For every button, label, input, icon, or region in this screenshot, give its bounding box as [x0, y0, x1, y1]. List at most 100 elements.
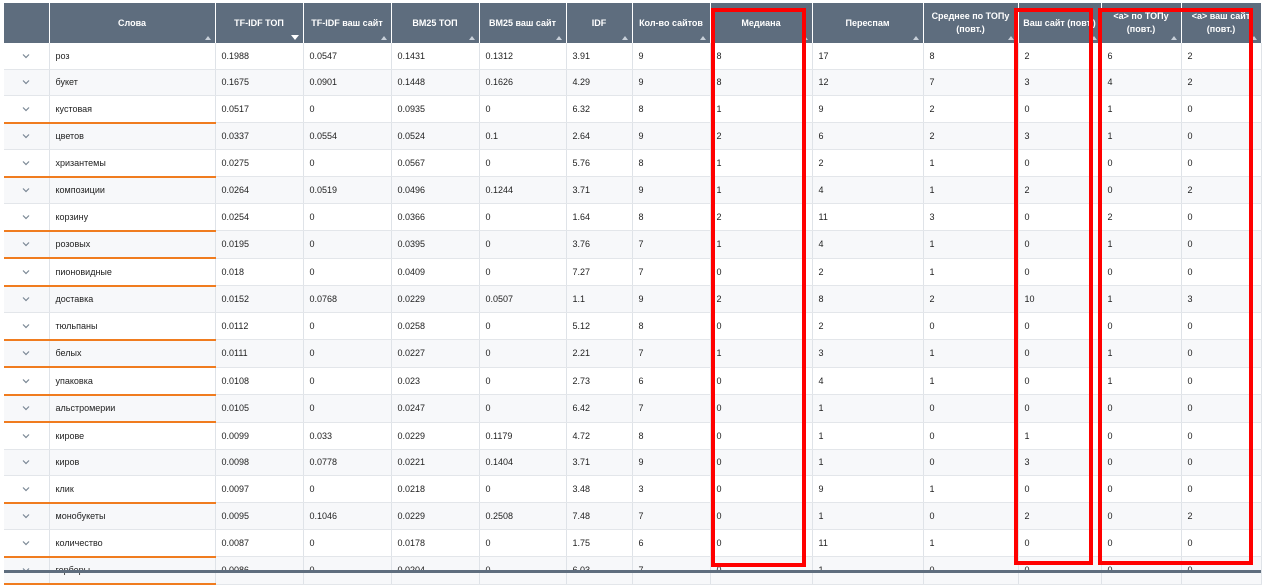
chevron-down-icon[interactable] — [22, 241, 30, 247]
chevron-down-icon[interactable] — [22, 214, 30, 220]
chevron-down-icon[interactable] — [22, 513, 30, 519]
chevron-down-icon[interactable] — [22, 53, 30, 59]
column-header[interactable]: <a> по ТОПу (повт.) — [1101, 3, 1182, 43]
column-header[interactable]: Медиана — [710, 3, 813, 43]
sort-asc-icon[interactable] — [801, 36, 808, 40]
chevron-down-icon[interactable] — [22, 486, 30, 492]
sort-asc-icon[interactable] — [555, 36, 562, 40]
chevron-down-icon[interactable] — [22, 350, 30, 356]
expand-cell[interactable] — [4, 203, 50, 232]
value-cell: 0 — [1101, 422, 1182, 450]
value-cell: 0.0095 — [215, 502, 304, 530]
value-cell: 0 — [1181, 149, 1262, 177]
value-cell: 0 — [1101, 449, 1182, 476]
chevron-down-icon[interactable] — [22, 79, 30, 85]
column-header[interactable]: BM25 ТОП — [391, 3, 480, 43]
expand-cell[interactable] — [4, 258, 50, 287]
column-header[interactable]: <a> ваш сайт (повт.) — [1181, 3, 1262, 43]
value-cell: 8 — [923, 43, 1019, 70]
column-header-label: IDF — [591, 17, 607, 28]
chevron-down-icon[interactable] — [22, 378, 30, 384]
chevron-down-icon[interactable] — [22, 540, 30, 546]
expand-cell[interactable] — [4, 475, 50, 504]
value-cell: 0 — [1018, 312, 1102, 340]
column-header[interactable]: Слова — [49, 3, 216, 43]
value-cell: 2 — [710, 285, 813, 313]
expand-cell[interactable] — [4, 95, 50, 124]
value-cell: 1 — [710, 230, 813, 259]
expand-cell[interactable] — [4, 502, 50, 530]
sort-asc-icon[interactable] — [912, 36, 919, 40]
chevron-down-icon[interactable] — [22, 133, 30, 139]
chevron-down-icon[interactable] — [22, 187, 30, 193]
expand-cell[interactable] — [4, 367, 50, 396]
sort-asc-icon[interactable] — [468, 36, 475, 40]
expand-cell[interactable] — [4, 529, 50, 558]
value-cell: 6 — [632, 529, 711, 557]
value-cell: 3.76 — [566, 230, 633, 259]
value-cell: 6 — [632, 367, 711, 395]
expand-cell[interactable] — [4, 339, 50, 368]
column-header[interactable]: Ваш сайт (повт.) — [1018, 3, 1102, 43]
sort-asc-icon[interactable] — [1170, 36, 1177, 40]
chevron-down-icon[interactable] — [22, 160, 30, 166]
expand-cell[interactable] — [4, 122, 50, 150]
value-cell: 2.73 — [566, 367, 633, 395]
value-cell: 0 — [303, 203, 392, 231]
chevron-down-icon[interactable] — [22, 323, 30, 329]
sort-asc-icon[interactable] — [621, 36, 628, 40]
column-header[interactable]: Переспам — [812, 3, 924, 43]
expand-cell[interactable] — [4, 285, 50, 313]
value-cell: 0.0507 — [479, 285, 567, 313]
value-cell: 0 — [710, 529, 813, 557]
expand-cell[interactable] — [4, 230, 50, 259]
value-cell: 1 — [812, 449, 924, 476]
value-cell: 0.0409 — [391, 258, 480, 286]
value-cell: 9 — [632, 449, 711, 476]
column-header[interactable]: IDF — [566, 3, 633, 43]
expand-cell[interactable] — [4, 69, 50, 96]
table-row: клик 0.0097 0 0.0218 0 3.48 3 0 9 1 0 0 0 — [4, 475, 1262, 504]
value-cell: 0.0768 — [303, 285, 392, 313]
value-cell: 0 — [710, 449, 813, 476]
expand-cell[interactable] — [4, 449, 50, 476]
column-header[interactable]: BM25 ваш сайт — [479, 3, 567, 43]
value-cell: 2 — [812, 312, 924, 340]
expand-cell[interactable] — [4, 43, 50, 70]
column-header[interactable]: TF-IDF ТОП — [215, 3, 304, 43]
value-cell: 0.0264 — [215, 176, 304, 204]
sort-asc-icon[interactable] — [1090, 36, 1097, 40]
value-cell: 0.0901 — [303, 69, 392, 96]
chevron-down-icon[interactable] — [22, 459, 30, 465]
value-cell: 0.0098 — [215, 449, 304, 476]
column-header[interactable]: Кол-во сайтов — [632, 3, 711, 43]
chevron-down-icon[interactable] — [22, 269, 30, 275]
expand-cell[interactable] — [4, 422, 50, 450]
expand-cell[interactable] — [4, 312, 50, 341]
value-cell: 0 — [1101, 529, 1182, 557]
sort-asc-icon[interactable] — [204, 36, 211, 40]
sort-asc-icon[interactable] — [699, 36, 706, 40]
chevron-down-icon[interactable] — [22, 433, 30, 439]
value-cell: 1 — [1101, 230, 1182, 259]
sort-desc-icon[interactable] — [290, 35, 299, 40]
keyword-cell: роз — [49, 43, 216, 70]
table-row: цветов 0.0337 0.0554 0.0524 0.1 2.64 9 2 6 2 3 1 0 — [4, 122, 1262, 150]
column-header[interactable]: TF-IDF ваш сайт — [303, 3, 392, 43]
expand-cell[interactable] — [4, 149, 50, 178]
value-cell: 1 — [1101, 95, 1182, 123]
value-cell: 0.0554 — [303, 122, 392, 150]
value-cell: 3 — [923, 203, 1019, 231]
sort-asc-icon[interactable] — [1250, 36, 1257, 40]
sort-asc-icon[interactable] — [1007, 36, 1014, 40]
sort-asc-icon[interactable] — [380, 36, 387, 40]
expand-cell[interactable] — [4, 394, 50, 423]
value-cell: 0.1431 — [391, 43, 480, 70]
chevron-down-icon[interactable] — [22, 106, 30, 112]
chevron-down-icon[interactable] — [22, 296, 30, 302]
expand-cell[interactable] — [4, 176, 50, 204]
keyword-cell: киров — [49, 449, 216, 476]
value-cell: 7 — [632, 258, 711, 286]
chevron-down-icon[interactable] — [22, 405, 30, 411]
column-header[interactable]: Среднее по ТОПу (повт.) — [923, 3, 1019, 43]
